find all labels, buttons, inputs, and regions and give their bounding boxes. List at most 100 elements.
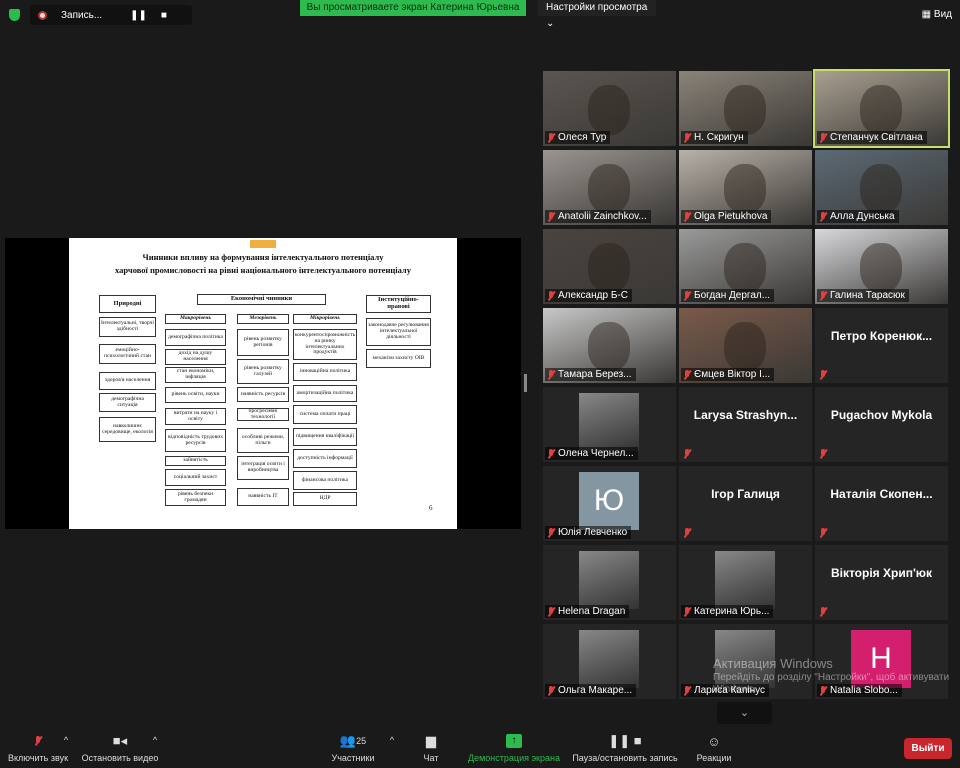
- pause-stop-icon: ❚❚ ■: [608, 733, 642, 748]
- participant-name: Ольга Макаре...: [558, 685, 633, 696]
- participant-tile[interactable]: Larysa Strashyn...: [679, 387, 812, 462]
- diagram-box: навколишнє середовище, екологія: [99, 417, 156, 442]
- participant-name-label: Богдан Дергал...: [681, 289, 775, 302]
- participant-tile[interactable]: Н. Скригун: [679, 71, 812, 146]
- participant-tile[interactable]: Александр Б-С: [543, 229, 676, 304]
- participant-name-label: Катерина Юрь...: [681, 605, 774, 618]
- video-feed: [588, 243, 630, 293]
- participant-tile[interactable]: Ю Юлія Левченко: [543, 466, 676, 541]
- muted-mic-icon: [683, 369, 691, 380]
- diagram-box: стан економіки, інфляція: [165, 367, 226, 383]
- participant-tile[interactable]: Ольга Макаре...: [543, 624, 676, 699]
- muted-mic-icon: [547, 685, 555, 696]
- participant-name-label: [817, 369, 831, 381]
- pause-recording-icon[interactable]: ❚❚: [130, 10, 147, 21]
- participant-display-name: Larysa Strashyn...: [693, 407, 798, 422]
- watermark-subtitle: Перейдіть до розділу "Настройки", щоб ак…: [713, 671, 950, 695]
- avatar: Ю: [579, 472, 639, 530]
- participant-name: Олена Чернел...: [558, 448, 634, 459]
- participant-tile[interactable]: Вікторія Хрип'юк: [815, 545, 948, 620]
- participant-tile[interactable]: Ємцев Віктор І...: [679, 308, 812, 383]
- participant-name: Ємцев Віктор І...: [694, 369, 771, 380]
- share-screen-button[interactable]: ↑ Демонстрация экрана: [464, 733, 564, 763]
- profile-photo: [579, 551, 639, 609]
- reactions-button[interactable]: ☺ Реакции: [694, 733, 734, 764]
- view-button[interactable]: ▦ Вид: [922, 9, 952, 20]
- diagram-box: прогресивні технології: [237, 408, 289, 421]
- participant-tile[interactable]: Петро Коренюк...: [815, 308, 948, 383]
- slide-title-line-1: Чинники впливу на формування інтелектуал…: [142, 252, 384, 262]
- diagram-box: фінансова політика: [293, 471, 357, 490]
- participant-name: Галина Тарасюк: [830, 290, 905, 301]
- participants-options-caret[interactable]: ^: [386, 735, 398, 745]
- diagram-box: НДР: [293, 492, 357, 506]
- diagram-box: підвищення кваліфікації: [293, 428, 357, 446]
- participant-display-name: Ігор Галиця: [711, 486, 780, 501]
- chat-button[interactable]: ▆ Чат: [415, 733, 447, 763]
- participant-tile[interactable]: Anatolii Zainchkov...: [543, 150, 676, 225]
- splitter-handle[interactable]: [524, 374, 527, 392]
- muted-mic-icon: [819, 370, 827, 380]
- video-feed: [860, 243, 902, 293]
- participant-name-label: Anatolii Zainchkov...: [545, 210, 651, 223]
- participants-button[interactable]: 👥 25 Участники: [328, 733, 378, 763]
- diagram-box: соціальний захист: [165, 469, 226, 486]
- participant-name-label: [681, 448, 695, 460]
- slide-title-line-2: харчової промисловості на рівні націонал…: [115, 265, 411, 275]
- participant-display-name: Наталія Скопен...: [830, 486, 933, 501]
- participant-tile[interactable]: Ігор Галиця: [679, 466, 812, 541]
- muted-mic-icon: [819, 211, 827, 222]
- muted-mic-icon: [683, 606, 691, 617]
- gallery-next-page-button[interactable]: ⌄: [717, 702, 772, 724]
- stop-recording-icon[interactable]: ■: [161, 10, 167, 21]
- participant-tile[interactable]: Катерина Юрь...: [679, 545, 812, 620]
- participant-tile[interactable]: Галина Тарасюк: [815, 229, 948, 304]
- participant-tile[interactable]: Helena Dragan: [543, 545, 676, 620]
- smile-plus-icon: ☺: [707, 733, 721, 749]
- participant-name: Степанчук Світлана: [830, 132, 923, 143]
- participant-name-label: [817, 448, 831, 460]
- participant-tile[interactable]: Олеся Тур: [543, 71, 676, 146]
- participant-name: Olga Pietukhova: [694, 211, 768, 222]
- participant-name: Anatolii Zainchkov...: [558, 211, 647, 222]
- participant-tile[interactable]: Богдан Дергал...: [679, 229, 812, 304]
- diagram-box: наявність ІТ: [237, 488, 289, 506]
- leave-meeting-button[interactable]: Выйти: [904, 738, 952, 759]
- chevron-down-icon: ⌄: [739, 707, 750, 719]
- participant-name: Юлія Левченко: [558, 527, 628, 538]
- diagram-box: інноваційна політика: [293, 363, 357, 381]
- participant-tile[interactable]: Olga Pietukhova: [679, 150, 812, 225]
- stop-video-button[interactable]: ■◂ Остановить видео: [80, 733, 160, 763]
- reactions-label: Реакции: [696, 753, 732, 763]
- profile-photo: [579, 393, 639, 451]
- security-shield-icon[interactable]: [9, 9, 20, 21]
- video-feed: [588, 322, 630, 372]
- participant-tile[interactable]: Степанчук Світлана: [813, 69, 950, 148]
- diagram-box: особливі режими, пільги: [237, 428, 289, 453]
- diagram-box: Мікрорівень: [293, 314, 357, 324]
- muted-mic-icon: [819, 607, 827, 617]
- participant-tile[interactable]: Наталія Скопен...: [815, 466, 948, 541]
- view-settings-label: Настройки просмотра: [546, 2, 648, 13]
- participant-display-name: Петро Коренюк...: [830, 328, 933, 343]
- pause-stop-recording-button[interactable]: ❚❚ ■ Пауза/остановить запись: [570, 733, 680, 763]
- view-settings-dropdown[interactable]: Настройки просмотра ⌄: [538, 0, 656, 29]
- participants-label: Участники: [331, 753, 375, 763]
- audio-options-caret[interactable]: ^: [60, 735, 72, 745]
- participant-tile[interactable]: Олена Чернел...: [543, 387, 676, 462]
- chevron-down-icon: ⌄: [546, 18, 555, 29]
- participant-tile[interactable]: Тамара Берез...: [543, 308, 676, 383]
- participant-name-label: [817, 527, 831, 539]
- muted-mic-icon: [819, 132, 827, 143]
- diagram-box: демографічна політика: [165, 329, 226, 346]
- video-feed: [724, 85, 766, 135]
- diagram-box: Природні: [99, 295, 156, 313]
- video-options-caret[interactable]: ^: [149, 735, 161, 745]
- participant-name-label: Олена Чернел...: [545, 447, 638, 460]
- participant-tile[interactable]: Pugachov Mykola: [815, 387, 948, 462]
- participant-name: Алла Дунська: [830, 211, 895, 222]
- share-arrow-icon: ↑: [506, 734, 522, 748]
- unmute-label: Включить звук: [7, 753, 69, 763]
- participant-name-label: Ольга Макаре...: [545, 684, 637, 697]
- participant-tile[interactable]: Алла Дунська: [815, 150, 948, 225]
